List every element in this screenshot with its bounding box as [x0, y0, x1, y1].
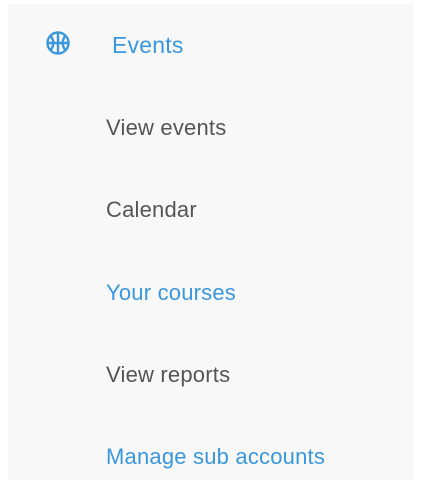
menu-item-label: View events [106, 115, 227, 140]
menu-item-your-courses[interactable]: Your courses [8, 265, 414, 325]
menu-item-view-events[interactable]: View events [8, 100, 414, 160]
menu-item-label: Manage sub accounts [106, 444, 326, 469]
events-section-header[interactable]: Events [8, 4, 414, 88]
menu-item-label: Your courses [106, 280, 236, 305]
basketball-icon [46, 31, 70, 55]
events-header-label: Events [112, 32, 184, 58]
menu-item-manage-sub-accounts[interactable]: Manage sub accounts [8, 429, 414, 489]
menu-item-label: View reports [106, 362, 231, 387]
menu-item-view-reports[interactable]: View reports [8, 347, 414, 407]
menu-item-calendar[interactable]: Calendar [8, 182, 414, 242]
menu-item-label: Calendar [106, 197, 197, 222]
sidebar-panel: Events View events Calendar Your courses… [8, 4, 414, 480]
